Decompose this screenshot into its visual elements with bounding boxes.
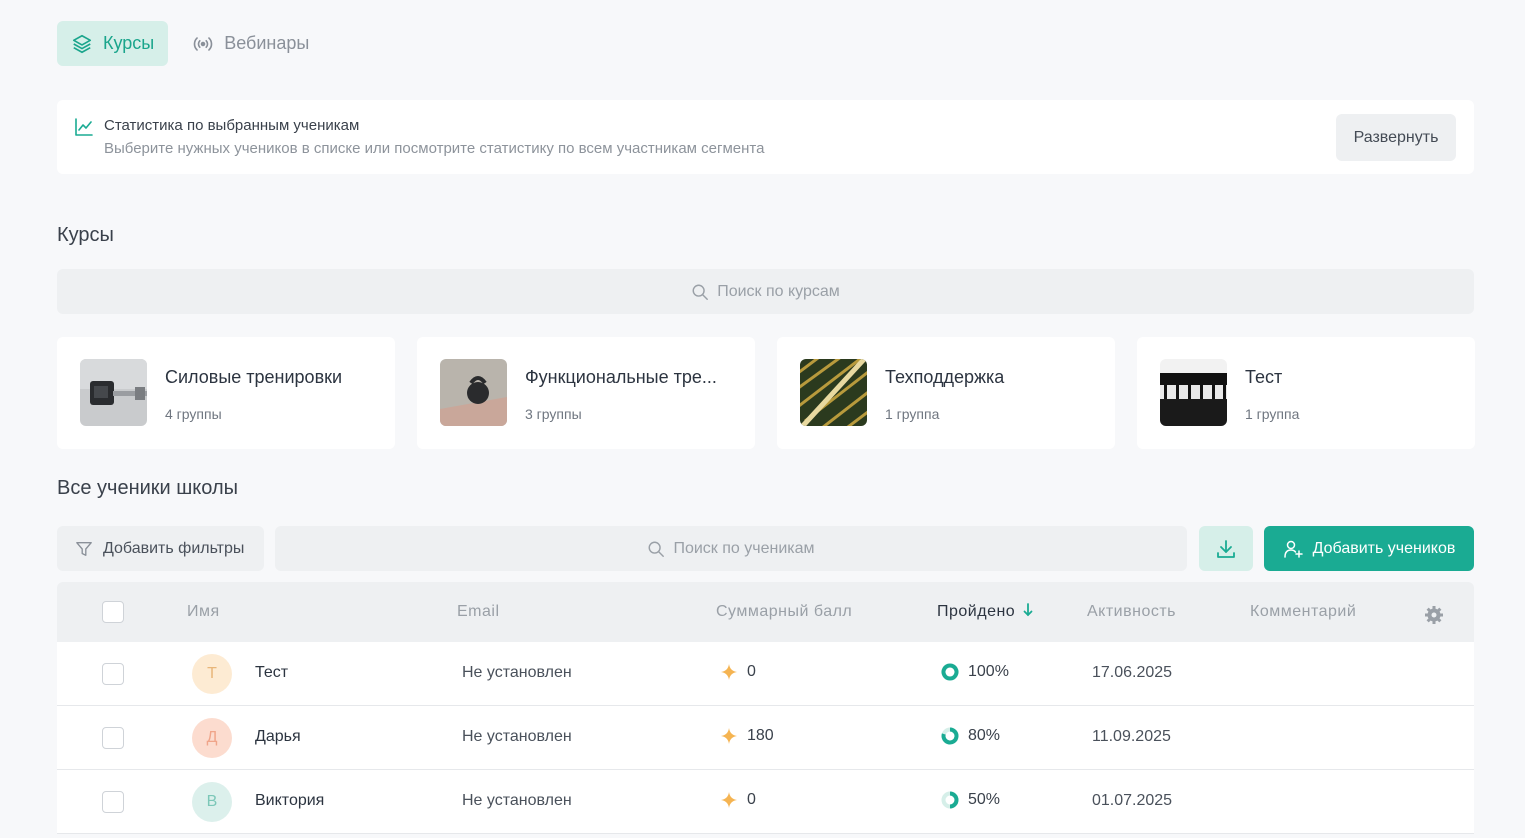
student-activity: 11.09.2025 <box>1092 728 1171 745</box>
student-activity: 17.06.2025 <box>1092 664 1173 681</box>
avatar-initial: В <box>206 793 218 810</box>
download-button[interactable] <box>1199 526 1253 571</box>
course-thumbnail <box>800 359 867 426</box>
course-name: Функциональные тре... <box>525 367 717 387</box>
student-progress: 100% <box>941 663 1009 681</box>
course-card[interactable]: Техподдержка 1 группа <box>777 337 1115 449</box>
stats-subtitle: Выберите нужных учеников в списке или по… <box>104 140 765 157</box>
student-score-value: 180 <box>747 727 774 744</box>
student-score-value: 0 <box>747 663 756 680</box>
course-name: Тест <box>1245 367 1283 387</box>
stats-panel: Статистика по выбранным ученикам Выберит… <box>57 100 1474 174</box>
course-groups: 1 группа <box>1245 406 1300 422</box>
progress-ring-icon <box>941 791 959 809</box>
tab-webinars-label: Вебинары <box>224 33 310 53</box>
gear-icon[interactable] <box>1424 605 1444 625</box>
student-score-value: 0 <box>747 791 756 808</box>
courses-heading: Курсы <box>57 224 114 246</box>
course-groups: 1 группа <box>885 406 940 422</box>
column-passed[interactable]: Пройдено <box>937 603 1034 621</box>
course-thumbnail <box>80 359 147 426</box>
student-email: Не установлен <box>462 664 572 681</box>
course-list: Силовые тренировки 4 группы Функциональн… <box>57 337 1475 449</box>
expand-button[interactable]: Развернуть <box>1336 114 1456 161</box>
student-progress: 50% <box>941 791 1000 809</box>
tab-courses-label: Курсы <box>103 33 155 53</box>
sort-down-icon <box>1023 603 1033 617</box>
avatar: Д <box>192 718 232 758</box>
select-all-checkbox[interactable] <box>102 601 124 623</box>
course-card[interactable]: Функциональные тре... 3 группы <box>417 337 755 449</box>
star-icon <box>721 664 737 680</box>
student-score: 180 <box>721 727 774 745</box>
star-icon <box>721 728 737 744</box>
stats-title: Статистика по выбранным ученикам <box>104 117 360 134</box>
filter-icon <box>76 541 92 556</box>
course-search-input[interactable]: Поиск по курсам <box>57 269 1474 314</box>
avatar-initial: Т <box>207 665 217 682</box>
course-groups: 3 группы <box>525 406 582 422</box>
search-icon <box>648 541 665 557</box>
add-filters-button[interactable]: Добавить фильтры <box>57 526 264 571</box>
row-checkbox[interactable] <box>102 727 124 749</box>
student-name[interactable]: Дарья <box>255 728 301 746</box>
students-table-header: Имя Email Суммарный балл Пройдено Активн… <box>57 582 1474 642</box>
star-icon <box>721 792 737 808</box>
add-user-icon <box>1283 540 1303 558</box>
table-row[interactable]: Д Дарья Не установлен 180 80% 11.09.2025 <box>57 706 1474 770</box>
course-groups: 4 группы <box>165 406 222 422</box>
add-filters-label: Добавить фильтры <box>103 539 245 557</box>
student-email: Не установлен <box>462 728 572 745</box>
course-thumbnail <box>1160 359 1227 426</box>
progress-ring-icon <box>941 727 959 745</box>
add-students-button[interactable]: Добавить учеников <box>1264 526 1474 571</box>
avatar: В <box>192 782 232 822</box>
student-activity: 01.07.2025 <box>1092 792 1173 809</box>
column-activity[interactable]: Активность <box>1087 603 1176 621</box>
student-name[interactable]: Тест <box>255 664 288 682</box>
layers-icon <box>72 34 92 53</box>
download-icon <box>1217 539 1235 558</box>
search-icon <box>692 284 709 300</box>
student-name[interactable]: Виктория <box>255 792 324 810</box>
course-card[interactable]: Силовые тренировки 4 группы <box>57 337 395 449</box>
progress-ring-icon <box>941 663 959 681</box>
student-email: Не установлен <box>462 792 572 809</box>
course-name: Силовые тренировки <box>165 367 343 387</box>
column-comment[interactable]: Комментарий <box>1250 603 1356 621</box>
course-search-placeholder: Поиск по курсам <box>717 282 840 300</box>
students-heading: Все ученики школы <box>57 477 239 499</box>
course-thumbnail <box>440 359 507 426</box>
student-progress-value: 80% <box>968 727 1001 744</box>
tab-webinars[interactable]: Вебинары <box>178 21 323 66</box>
row-checkbox[interactable] <box>102 663 124 685</box>
student-score: 0 <box>721 663 756 681</box>
row-checkbox[interactable] <box>102 791 124 813</box>
student-progress-value: 100% <box>968 663 1009 680</box>
student-search-input[interactable]: Поиск по ученикам <box>275 526 1187 571</box>
broadcast-icon <box>193 36 213 51</box>
top-tabs: Курсы Вебинары <box>57 21 323 66</box>
student-progress-value: 50% <box>968 791 1001 808</box>
student-progress: 80% <box>941 727 1000 745</box>
column-name[interactable]: Имя <box>187 603 220 621</box>
chart-line-icon <box>75 118 93 136</box>
student-score: 0 <box>721 791 756 809</box>
column-score[interactable]: Суммарный балл <box>716 603 852 621</box>
avatar-initial: Д <box>206 729 218 746</box>
column-passed-label: Пройдено <box>937 603 1016 620</box>
column-email[interactable]: Email <box>457 603 500 621</box>
table-row[interactable]: Т Тест Не установлен 0 100% 17.06.2025 <box>57 642 1474 706</box>
course-name: Техподдержка <box>885 367 1005 387</box>
add-students-label: Добавить учеников <box>1312 539 1456 557</box>
table-row[interactable]: В Виктория Не установлен 0 50% 01.07.202… <box>57 770 1474 834</box>
student-search-placeholder: Поиск по ученикам <box>673 539 815 557</box>
tab-courses[interactable]: Курсы <box>57 21 169 66</box>
course-card[interactable]: Тест 1 группа <box>1137 337 1475 449</box>
avatar: Т <box>192 654 232 694</box>
